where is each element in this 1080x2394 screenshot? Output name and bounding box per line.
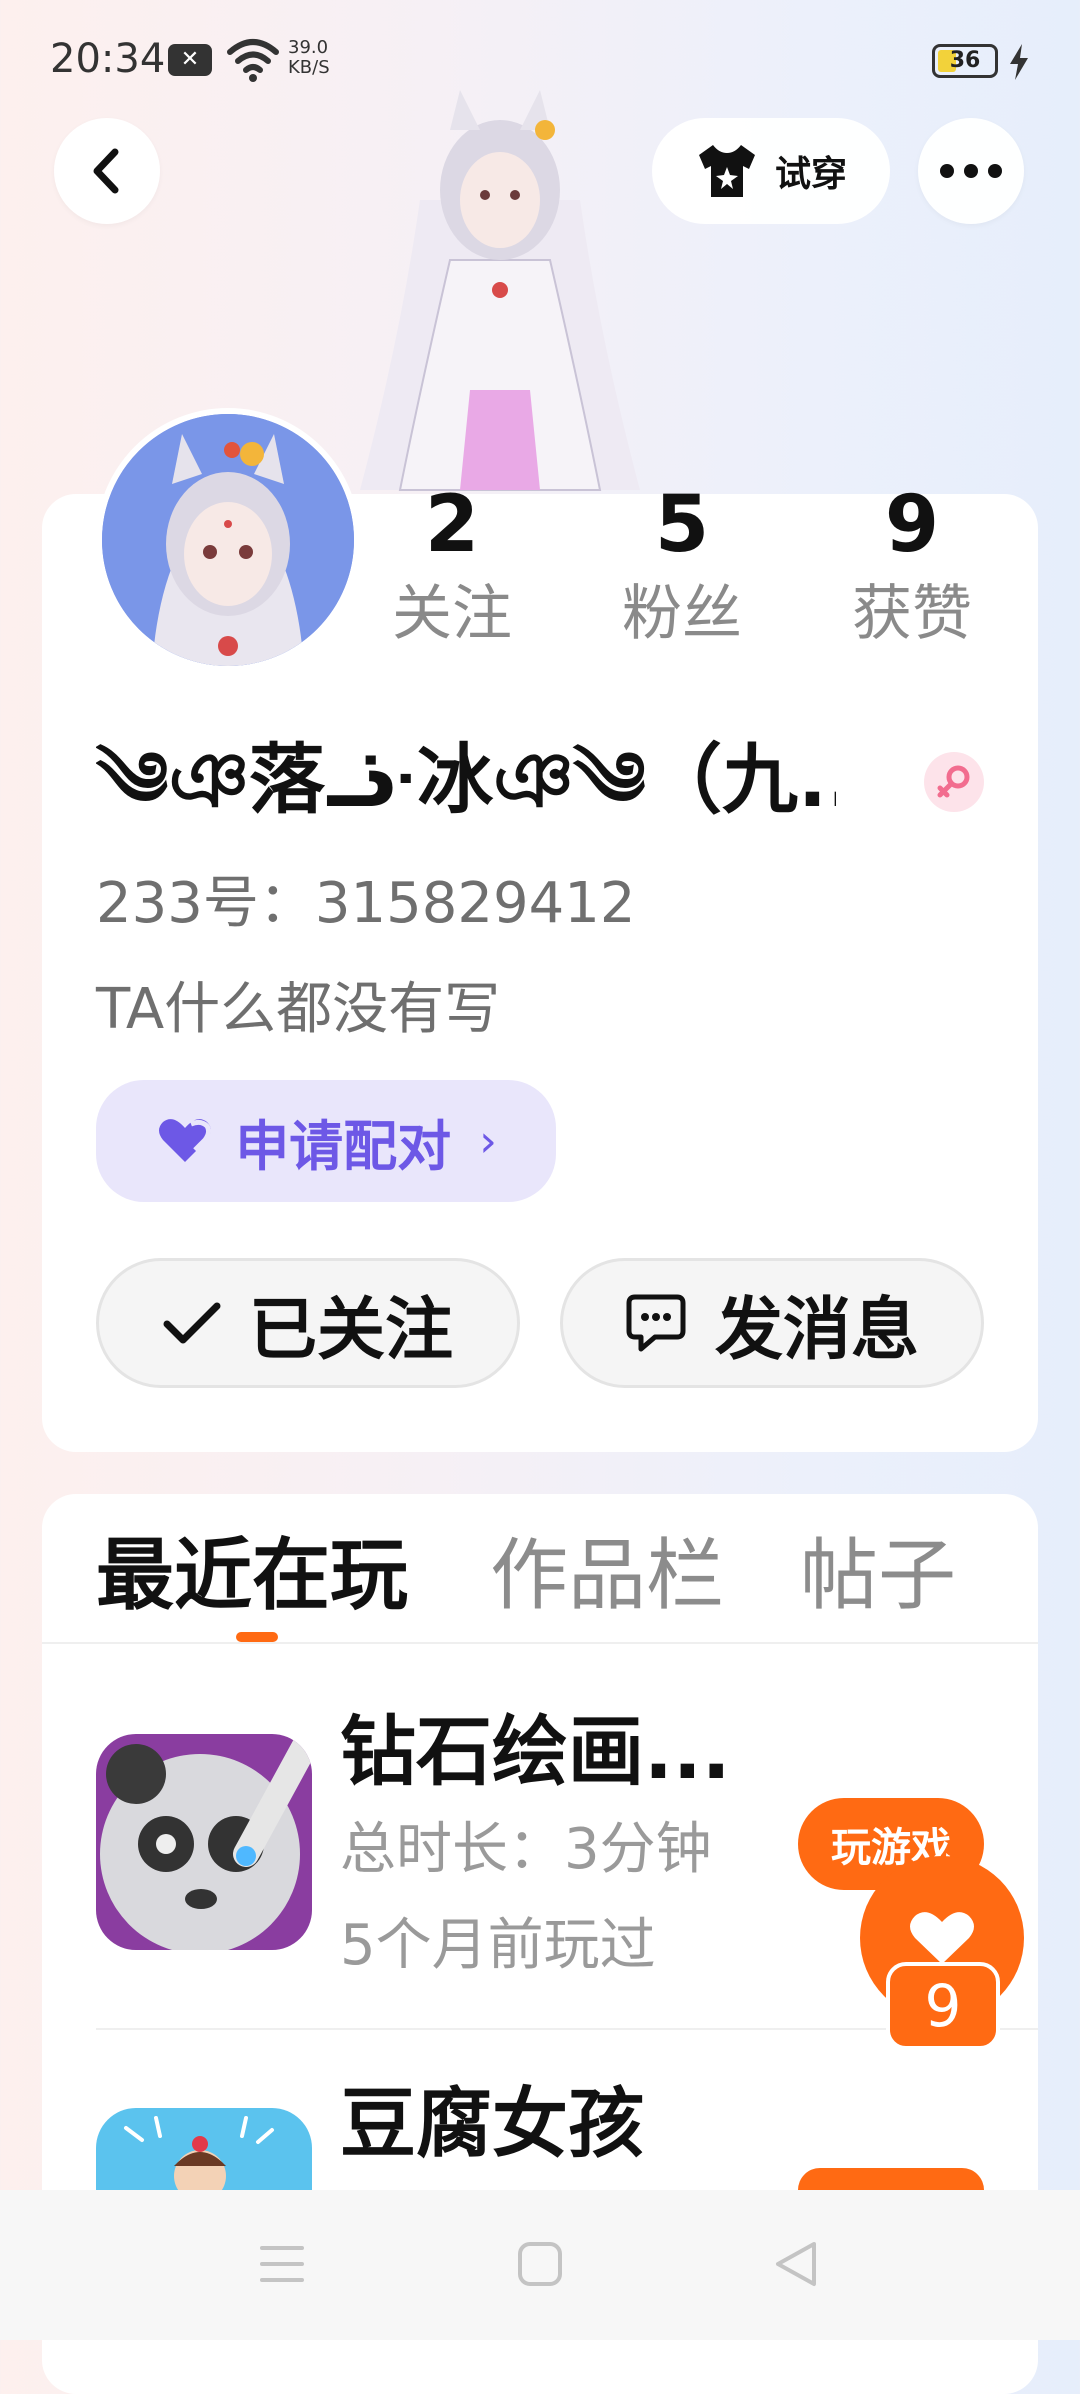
try-on-label: 试穿 — [774, 154, 847, 195]
speed-unit: KB/S — [288, 57, 330, 78]
stat-following[interactable]: 2 关注 — [372, 480, 532, 654]
game-duration: 总时长：3分钟 — [340, 1817, 712, 1882]
game-icon-tofu-girl[interactable] — [96, 2108, 312, 2190]
status-time: 20:34 — [50, 36, 166, 82]
avatar[interactable] — [96, 408, 360, 672]
tofu-girl-game-icon — [96, 2108, 312, 2190]
following-button[interactable]: 已关注 — [96, 1258, 520, 1388]
fans-label: 粉丝 — [622, 579, 742, 649]
female-symbol-icon — [937, 765, 970, 798]
tab-divider — [42, 1642, 1038, 1644]
tab-works[interactable]: 作品栏 — [490, 1526, 724, 1626]
game-last-played: 5个月前玩过 — [340, 1913, 656, 1978]
more-dots-icon — [940, 164, 1002, 178]
chevron-right-icon: › — [479, 1115, 497, 1167]
likes-label: 获赞 — [852, 579, 972, 649]
notification-icon: ✕ — [168, 44, 212, 76]
user-id: 233号：315829412 — [96, 871, 636, 936]
active-tab-indicator — [236, 1632, 278, 1642]
heart-icon — [159, 1119, 212, 1162]
chevron-left-icon — [93, 148, 119, 194]
back-triangle-icon[interactable] — [772, 2238, 820, 2290]
following-count: 2 — [424, 480, 480, 570]
shirt-icon — [698, 145, 755, 197]
check-icon — [163, 1302, 221, 1344]
tab-recently-played[interactable]: 最近在玩 — [96, 1526, 408, 1626]
charging-icon — [1010, 44, 1028, 80]
stat-likes[interactable]: 9 获赞 — [832, 480, 992, 654]
stat-fans[interactable]: 5 粉丝 — [602, 480, 762, 654]
tab-posts[interactable]: 帖子 — [800, 1526, 956, 1626]
more-options-button[interactable] — [918, 118, 1024, 224]
female-icon — [924, 752, 984, 812]
back-button[interactable] — [54, 118, 160, 224]
home-icon[interactable] — [516, 2240, 564, 2288]
like-count-badge: 9 — [886, 1962, 1000, 2050]
send-message-button[interactable]: 发消息 — [560, 1258, 984, 1388]
game-icon-diamond-painting[interactable] — [96, 1734, 312, 1950]
following-button-label: 已关注 — [248, 1290, 453, 1370]
character-illustration — [360, 90, 640, 491]
panda-game-icon — [96, 1734, 312, 1950]
request-pair-button[interactable]: 申请配对 › — [96, 1080, 556, 1202]
menu-icon[interactable] — [258, 2242, 306, 2286]
send-message-label: 发消息 — [714, 1290, 919, 1370]
try-on-button[interactable]: 试穿 — [652, 118, 890, 224]
wifi-icon — [227, 39, 279, 82]
speed-value: 39.0 — [288, 37, 329, 58]
play-game-button[interactable] — [798, 2168, 984, 2190]
game-title[interactable]: 钻石绘画... — [340, 1704, 731, 1800]
request-pair-label: 申请配对 — [235, 1114, 452, 1178]
battery-level: 36 — [949, 48, 981, 73]
likes-count: 9 — [884, 480, 940, 570]
bio: TA什么都没有写 — [96, 977, 501, 1042]
fans-count: 5 — [654, 480, 710, 570]
game-title[interactable]: 豆腐女孩 — [340, 2076, 644, 2172]
network-speed: 39.0 KB/S — [288, 38, 330, 78]
battery-icon: 36 — [932, 44, 998, 78]
chat-bubble-icon — [626, 1294, 686, 1352]
avatar-image — [102, 414, 354, 666]
heart-icon — [910, 1912, 974, 1964]
nickname: ༄ঞ落ᓥ冰ঞ༄（九... — [96, 735, 836, 824]
system-nav-bar — [0, 2190, 1080, 2340]
following-label: 关注 — [392, 579, 512, 649]
